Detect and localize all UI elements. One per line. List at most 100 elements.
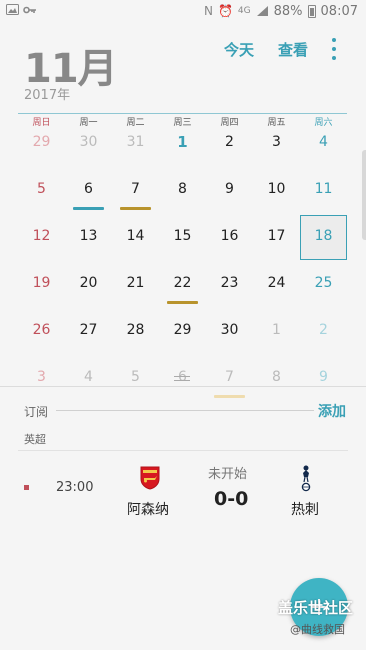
match-time: 23:00 [56,480,94,495]
nfc-icon: N [203,4,213,18]
calendar-day-number: 2 [225,134,234,150]
calendar-day[interactable]: 2 [300,307,347,354]
status-right-icons: N ⏰ 4G 88% 08:07 [204,3,358,19]
calendar-day[interactable]: 4 [300,119,347,166]
calendar-day[interactable]: 3 [253,119,300,166]
calendar-day[interactable]: 30 [206,307,253,354]
calendar-day[interactable]: 25 [300,260,347,307]
calendar-day-number: 11 [314,181,333,197]
calendar-day[interactable]: 12 [18,213,65,260]
calendar-day[interactable]: 7 [206,354,253,401]
calendar-day[interactable]: 4 [65,354,112,401]
calendar-day[interactable]: 20 [65,260,112,307]
calendar-day-number: 3 [37,369,46,385]
calendar-day[interactable]: 14 [112,213,159,260]
calendar-day-number: 21 [126,275,145,291]
calendar-day-number: 29 [173,322,192,338]
calendar-day[interactable]: 24 [253,260,300,307]
calendar-day[interactable]: 27 [65,307,112,354]
watermark-title: 盖乐世社区 [278,599,354,617]
calendar-day[interactable]: 5 [112,354,159,401]
calendar-day[interactable]: 28 [112,307,159,354]
calendar-day[interactable]: 29 [159,307,206,354]
arsenal-crest-icon [140,466,160,490]
more-options-icon[interactable] [327,38,341,60]
calendar-day[interactable]: 13 [65,213,112,260]
calendar-day-number: 17 [267,228,286,244]
calendar-day-number: 4 [319,134,328,150]
calendar-day-number: 5 [37,181,46,197]
calendar-day-number: 18 [314,228,333,244]
calendar-day-number: 7 [131,181,140,197]
calendar-day[interactable]: 6 [65,166,112,213]
calendar-day-number: 27 [79,322,98,338]
calendar-day[interactable]: 23 [206,260,253,307]
calendar-day[interactable]: 2 [206,119,253,166]
calendar-day-number: 23 [220,275,239,291]
calendar-top-divider [18,113,347,114]
calendar-week-row: 29 30 31 1 2 3 4 [18,119,347,166]
calendar-divider [0,386,366,387]
calendar-day[interactable]: 10 [253,166,300,213]
calendar-day[interactable]: 7 [112,166,159,213]
calendar-day-number: 25 [314,275,333,291]
calendar-day-number: 8 [272,369,281,385]
calendar-day-number: 4 [84,369,93,385]
tottenham-crest-icon [301,465,311,492]
signal-icon [256,6,268,16]
calendar-day-number: 24 [267,275,286,291]
calendar-day-number: 30 [79,134,98,150]
calendar-day[interactable]: 15 [159,213,206,260]
clock-time: 08:07 [320,3,358,19]
subscription-label: 订阅 [24,405,49,419]
calendar-day-number: 19 [32,275,51,291]
event-indicator-bar [120,207,151,210]
today-button[interactable]: 今天 [224,39,254,60]
calendar-day-number: 13 [79,228,98,244]
calendar-day[interactable]: 17 [253,213,300,260]
network-type: 4G [237,6,251,16]
calendar-day-number: 14 [126,228,145,244]
event-indicator-bar [214,395,245,398]
calendar-day[interactable]: 19 [18,260,65,307]
watermark-subtitle: @曲线救国 [290,623,345,636]
drag-handle[interactable] [174,376,190,381]
add-subscription-button[interactable]: 添加 [318,401,346,421]
calendar-day-number: 20 [79,275,98,291]
match-card[interactable]: 23:00 阿森纳 未开始 0-0 热刺 [0,452,366,528]
key-icon [23,6,36,13]
calendar-day-number: 6 [84,181,93,197]
calendar-day[interactable]: 16 [206,213,253,260]
year-label: 2017年 [24,88,71,103]
home-team-name: 阿森纳 [127,502,169,518]
calendar-day-number: 5 [131,369,140,385]
view-button[interactable]: 查看 [278,39,308,60]
league-label: 英超 [24,433,46,446]
calendar-week-row: 26 27 28 29 30 1 2 [18,307,347,354]
calendar-day[interactable]: 22 [159,260,206,307]
calendar-day[interactable]: 9 [300,354,347,401]
calendar-day[interactable]: 3 [18,354,65,401]
status-left-icons [6,4,37,15]
match-score: 0-0 [214,488,249,510]
calendar-day[interactable]: 11 [300,166,347,213]
calendar-day[interactable]: 31 [112,119,159,166]
calendar-day[interactable]: 9 [206,166,253,213]
alarm-icon: ⏰ [217,4,233,18]
edge-panel-handle[interactable] [362,150,366,240]
calendar-day-today[interactable]: 1 [159,119,206,166]
match-status: 未开始 [208,467,248,482]
calendar-day-selected[interactable]: 18 [300,213,347,260]
calendar-day[interactable]: 1 [253,307,300,354]
calendar-week-row: 5 6 7 8 9 10 11 [18,166,347,213]
calendar-day-number: 1 [177,133,188,151]
calendar-day[interactable]: 8 [253,354,300,401]
calendar-day-number: 29 [32,134,51,150]
calendar-day[interactable]: 29 [18,119,65,166]
calendar-day[interactable]: 26 [18,307,65,354]
calendar-day[interactable]: 30 [65,119,112,166]
calendar-day[interactable]: 21 [112,260,159,307]
calendar-day[interactable]: 8 [159,166,206,213]
calendar-day[interactable]: 5 [18,166,65,213]
calendar-day-number: 9 [319,369,328,385]
